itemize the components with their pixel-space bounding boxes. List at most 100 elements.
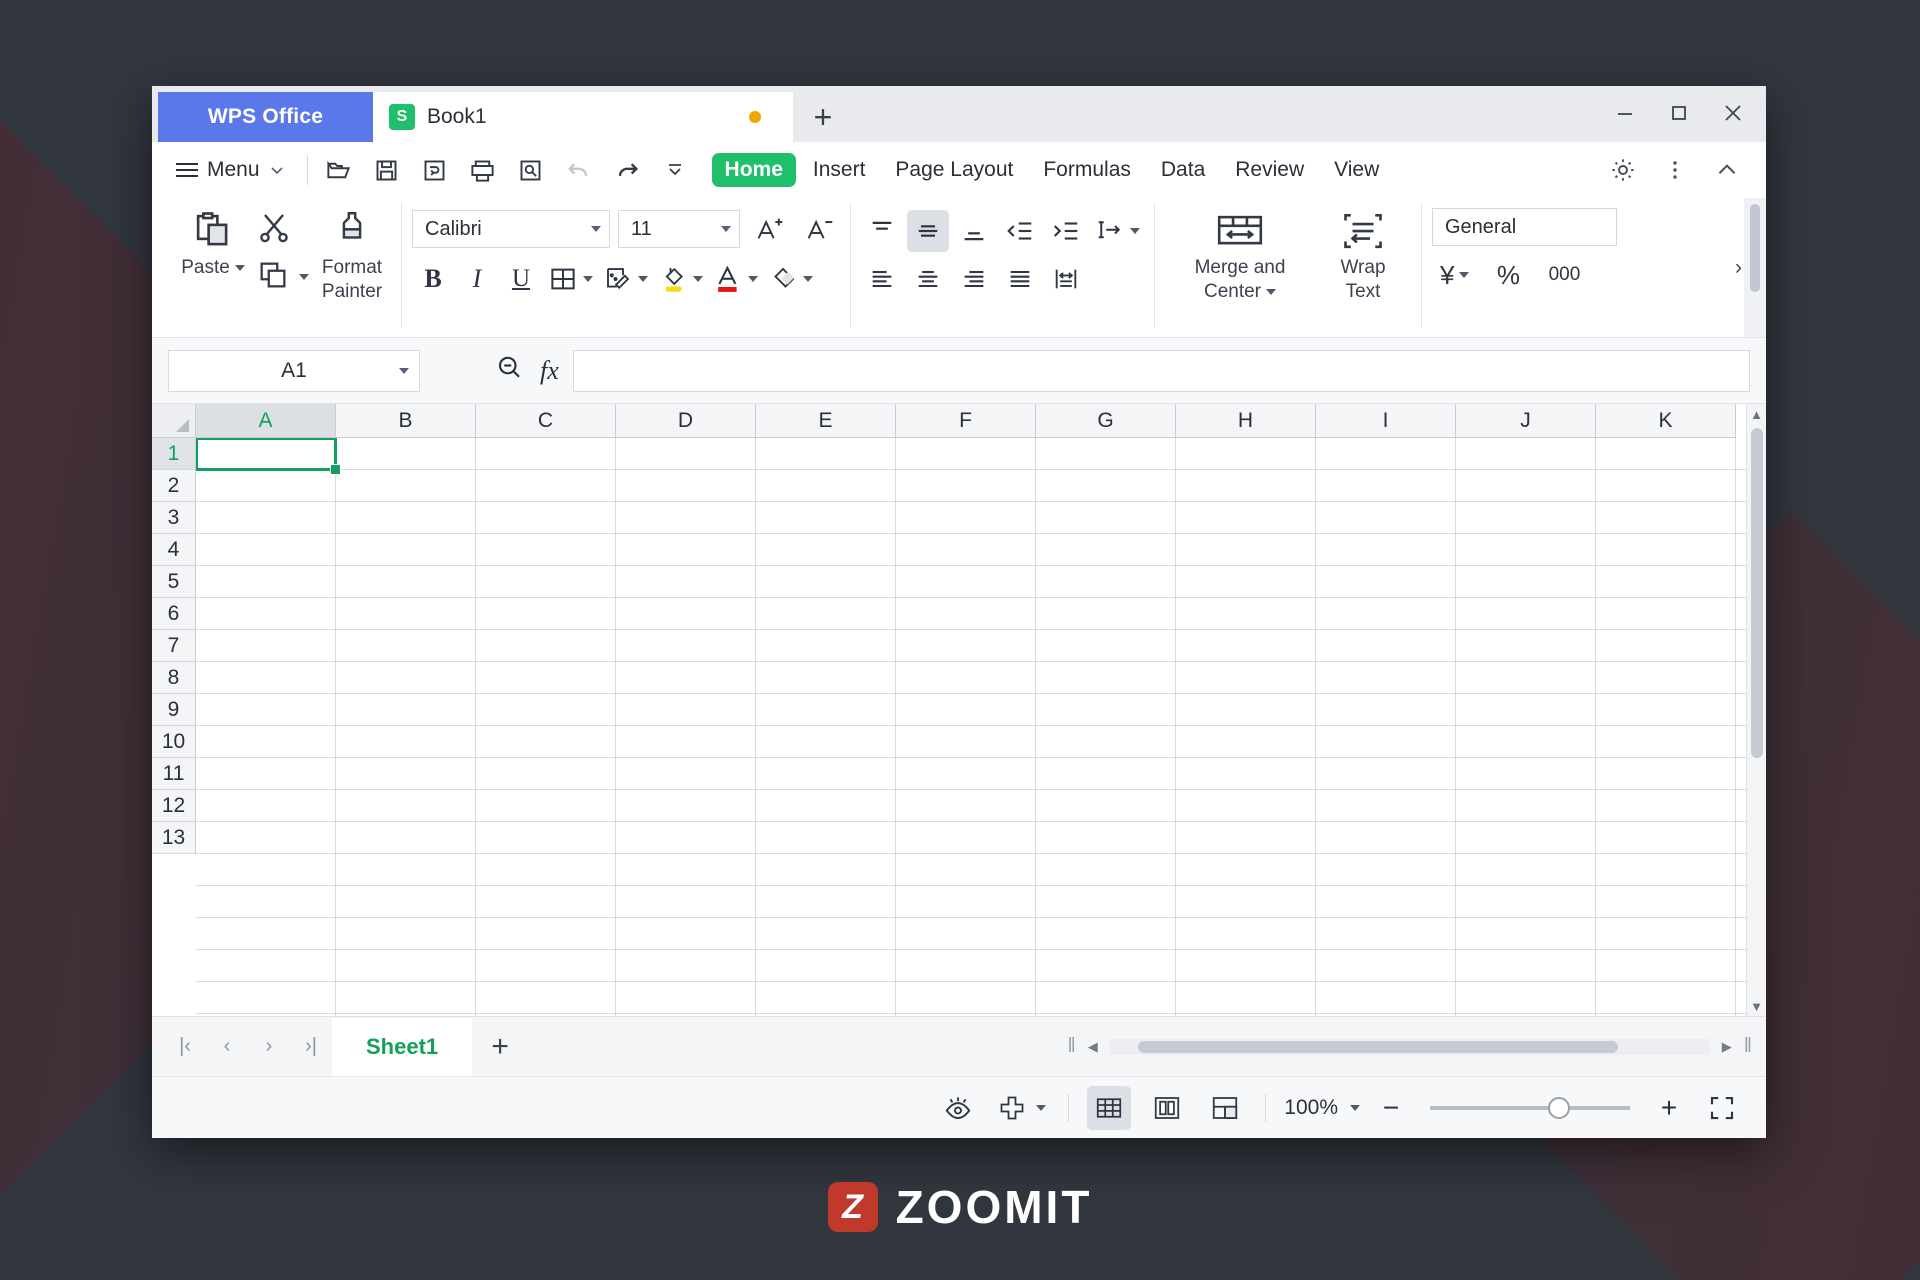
currency-format-button[interactable]: ¥ [1436,254,1473,296]
copy-button[interactable] [252,254,313,300]
export-pdf-icon[interactable] [416,151,454,189]
ribbon-expand-more-button[interactable]: › [1735,256,1742,280]
tab-formulas[interactable]: Formulas [1030,153,1144,187]
font-size-combobox[interactable]: 11 [618,210,740,248]
underline-button[interactable]: U [500,258,542,300]
align-bottom-button[interactable] [953,210,995,252]
merge-and-center-button[interactable]: Merge and Center [1165,202,1315,304]
name-box[interactable]: A1 [168,349,420,392]
tab-page-layout[interactable]: Page Layout [882,153,1026,187]
print-preview-icon[interactable] [512,151,550,189]
redo-icon[interactable] [608,151,646,189]
gear-icon[interactable] [1604,151,1642,189]
column-header-H[interactable]: H [1176,404,1316,438]
row-header-9[interactable]: 9 [152,694,196,726]
row-header-12[interactable]: 12 [152,790,196,822]
column-header-K[interactable]: K [1596,404,1736,438]
fullscreen-icon[interactable] [1700,1086,1744,1130]
row-header-7[interactable]: 7 [152,630,196,662]
freeze-panes-button[interactable] [994,1086,1050,1130]
horizontal-scroll-thumb[interactable] [1137,1040,1618,1053]
maximize-button[interactable] [1656,94,1702,132]
decrease-indent-button[interactable] [999,210,1041,252]
undo-icon[interactable] [560,151,598,189]
row-header-13[interactable]: 13 [152,822,196,854]
row-header-1[interactable]: 1 [152,438,196,470]
cell-style-button[interactable] [599,258,652,300]
tab-view[interactable]: View [1321,153,1392,187]
document-tab-book1[interactable]: S Book1 [373,92,793,142]
split-handle-right-icon[interactable]: ‖ [1744,1035,1752,1058]
column-header-B[interactable]: B [336,404,476,438]
customize-quick-access-icon[interactable] [656,151,694,189]
split-handle-left-icon[interactable]: ‖ [1067,1035,1075,1058]
zoom-level-button[interactable]: 100% [1284,1096,1360,1120]
column-header-A[interactable]: A [196,404,336,438]
tab-home[interactable]: Home [711,153,796,187]
comma-format-button[interactable]: 000 [1543,254,1585,296]
row-header-11[interactable]: 11 [152,758,196,790]
zoom-out-icon[interactable] [494,353,524,388]
vertical-scrollbar[interactable]: ▲ ▼ [1746,404,1766,1016]
decrease-font-size-button[interactable] [798,208,840,250]
column-header-I[interactable]: I [1316,404,1456,438]
view-page-break-button[interactable] [1203,1086,1247,1130]
tab-data[interactable]: Data [1148,153,1218,187]
ribbon-scrollbar[interactable] [1744,198,1766,337]
eye-read-mode-icon[interactable] [936,1086,980,1130]
row-header-3[interactable]: 3 [152,502,196,534]
column-header-J[interactable]: J [1456,404,1596,438]
align-distributed-button[interactable] [1045,258,1087,300]
cut-button[interactable] [252,206,313,252]
column-header-C[interactable]: C [476,404,616,438]
wrap-text-button[interactable]: Wrap Text [1315,202,1411,304]
fill-handle[interactable] [330,464,341,475]
number-format-combobox[interactable]: General [1432,208,1617,246]
wps-office-button[interactable]: WPS Office [158,92,373,142]
new-tab-button[interactable]: + [793,92,853,142]
prev-sheet-button[interactable]: ‹ [206,1026,248,1068]
last-sheet-button[interactable]: ›| [290,1026,332,1068]
row-header-5[interactable]: 5 [152,566,196,598]
zoom-in-button[interactable]: + [1652,1092,1686,1124]
close-button[interactable] [1710,94,1756,132]
open-icon[interactable] [320,151,358,189]
fill-color-button[interactable] [654,258,707,300]
minimize-button[interactable] [1602,94,1648,132]
next-sheet-button[interactable]: › [248,1026,290,1068]
text-orientation-button[interactable] [1091,210,1144,252]
increase-indent-button[interactable] [1045,210,1087,252]
scroll-up-icon[interactable]: ▲ [1750,404,1763,424]
insert-function-icon[interactable]: fx [540,356,559,386]
percent-format-button[interactable]: % [1487,254,1529,296]
align-right-button[interactable] [953,258,995,300]
row-header-4[interactable]: 4 [152,534,196,566]
borders-button[interactable] [544,258,597,300]
tab-review[interactable]: Review [1222,153,1317,187]
zoom-slider[interactable] [1430,1096,1630,1119]
increase-font-size-button[interactable] [748,208,790,250]
row-header-2[interactable]: 2 [152,470,196,502]
select-all-corner[interactable] [152,404,196,438]
bold-button[interactable]: B [412,258,454,300]
align-top-button[interactable] [861,210,903,252]
align-justify-button[interactable] [999,258,1041,300]
italic-button[interactable]: I [456,258,498,300]
row-header-6[interactable]: 6 [152,598,196,630]
font-name-combobox[interactable]: Calibri [412,210,610,248]
row-header-8[interactable]: 8 [152,662,196,694]
zoom-slider-knob[interactable] [1548,1096,1570,1119]
first-sheet-button[interactable]: |‹ [164,1026,206,1068]
print-icon[interactable] [464,151,502,189]
tab-insert[interactable]: Insert [800,153,879,187]
vertical-scroll-thumb[interactable] [1750,428,1763,758]
more-vertical-icon[interactable] [1656,151,1694,189]
align-middle-button[interactable] [907,210,949,252]
format-painter-button[interactable]: Format Painter [313,202,391,304]
zoom-out-button[interactable]: − [1374,1092,1408,1124]
ribbon-scroll-thumb[interactable] [1750,204,1760,292]
column-header-D[interactable]: D [616,404,756,438]
align-left-button[interactable] [861,258,903,300]
font-color-button[interactable] [709,258,762,300]
scroll-down-icon[interactable]: ▼ [1750,996,1763,1016]
